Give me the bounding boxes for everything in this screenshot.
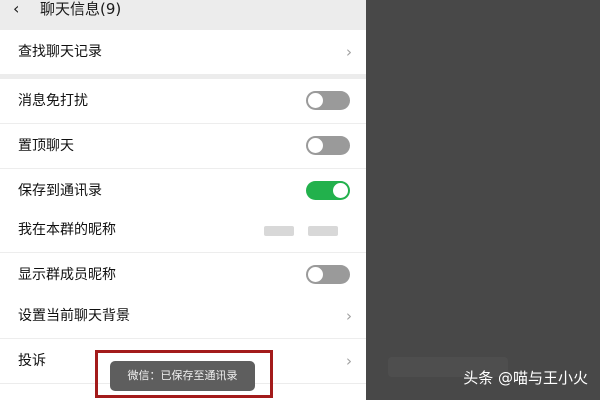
pin-chat-row: 置顶聊天 bbox=[0, 124, 366, 169]
watermark-text: 头条 @喵与王小火 bbox=[463, 369, 588, 387]
group-settings: 消息免打扰 置顶聊天 保存到通讯录 bbox=[0, 79, 366, 213]
toggle-knob bbox=[333, 183, 348, 198]
show-member-nicknames-row: 显示群成员昵称 bbox=[0, 253, 366, 297]
row-label: 置顶聊天 bbox=[18, 138, 74, 154]
row-label: 显示群成员昵称 bbox=[18, 267, 116, 283]
row-label: 我在本群的昵称 bbox=[18, 222, 116, 238]
chat-background-row[interactable]: 设置当前聊天背景 › bbox=[0, 294, 366, 339]
chevron-right-icon: › bbox=[346, 43, 352, 61]
row-label: 查找聊天记录 bbox=[18, 44, 102, 60]
toggle-knob bbox=[308, 93, 323, 108]
mute-notifications-row: 消息免打扰 bbox=[0, 79, 366, 124]
toggle-knob bbox=[308, 267, 323, 282]
row-label: 保存到通讯录 bbox=[18, 183, 102, 199]
blurred-nickname bbox=[308, 226, 338, 236]
watermark: 头条 @喵与王小火 bbox=[463, 368, 588, 388]
save-contacts-toggle[interactable] bbox=[306, 181, 350, 200]
back-chevron-icon[interactable]: ‹ bbox=[13, 0, 19, 18]
pin-toggle[interactable] bbox=[306, 136, 350, 155]
toggle-knob bbox=[308, 138, 323, 153]
show-nicknames-toggle[interactable] bbox=[306, 265, 350, 284]
top-bar: ‹ 聊天信息(9) bbox=[0, 0, 366, 26]
search-chat-history-row[interactable]: 查找聊天记录 › bbox=[0, 30, 366, 74]
my-group-nickname-row[interactable]: 我在本群的昵称 bbox=[0, 208, 366, 253]
phone-screen: ‹ 聊天信息(9) 查找聊天记录 › 消息免打扰 置顶聊天 保存到通讯录 我在本… bbox=[0, 0, 366, 400]
blurred-nickname bbox=[264, 226, 294, 236]
row-label: 消息免打扰 bbox=[18, 93, 88, 109]
save-to-contacts-row: 保存到通讯录 bbox=[0, 169, 366, 213]
chevron-right-icon: › bbox=[346, 352, 352, 370]
group-nickname: 我在本群的昵称 显示群成员昵称 bbox=[0, 208, 366, 297]
chevron-right-icon: › bbox=[346, 307, 352, 325]
row-label: 投诉 bbox=[18, 353, 46, 369]
highlight-box bbox=[95, 350, 273, 398]
group-search: 查找聊天记录 › bbox=[0, 30, 366, 74]
mute-toggle[interactable] bbox=[306, 91, 350, 110]
page-title: 聊天信息(9) bbox=[40, 0, 122, 18]
row-label: 设置当前聊天背景 bbox=[18, 308, 130, 324]
